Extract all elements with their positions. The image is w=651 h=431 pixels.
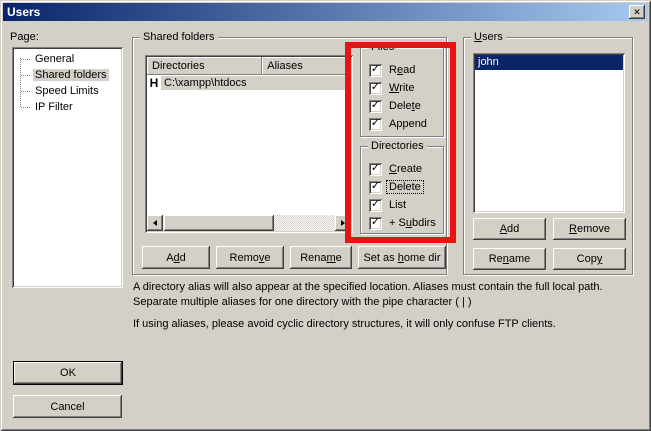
column-header-filler bbox=[346, 57, 351, 75]
checkbox-label: Append bbox=[387, 118, 429, 130]
checkbox-label: List bbox=[387, 199, 408, 211]
users-list: john bbox=[473, 53, 625, 213]
checkbox-subdirs[interactable]: ✓ + Subdirs bbox=[361, 214, 443, 232]
directories-group-label: Directories bbox=[368, 140, 427, 152]
checkbox-list[interactable]: ✓ List bbox=[361, 196, 443, 214]
files-group-label: Files bbox=[368, 41, 397, 53]
alias-note-2: If using aliases, please avoid cyclic di… bbox=[133, 317, 635, 332]
list-header: Directories Aliases bbox=[147, 57, 351, 75]
checkbox-icon: ✓ bbox=[369, 64, 382, 77]
checkbox-icon: ✓ bbox=[369, 82, 382, 95]
scroll-left-button[interactable] bbox=[147, 215, 163, 231]
button-label: Rename bbox=[489, 253, 531, 265]
rename-user-button[interactable]: Rename bbox=[473, 248, 546, 270]
user-row-john[interactable]: john bbox=[475, 55, 623, 70]
checkbox-icon: ✓ bbox=[369, 100, 382, 113]
page-item-ip-filter[interactable]: IP Filter bbox=[12, 99, 123, 115]
checkbox-icon: ✓ bbox=[369, 118, 382, 131]
button-label: OK bbox=[60, 367, 76, 379]
tree-branch-icon bbox=[21, 59, 30, 60]
shared-folders-list: Directories Aliases H C:\xampp\htdocs bbox=[145, 55, 353, 233]
close-button[interactable]: ✕ bbox=[629, 5, 645, 19]
checkbox-label: Write bbox=[387, 82, 416, 94]
column-header-directories[interactable]: Directories bbox=[147, 57, 262, 75]
checkbox-file-delete[interactable]: ✓ Delete bbox=[361, 97, 443, 115]
button-label: Add bbox=[166, 252, 186, 264]
alias-note-1: A directory alias will also appear at th… bbox=[133, 280, 635, 310]
set-home-dir-button[interactable]: Set as home dir bbox=[358, 246, 446, 269]
page-item-general[interactable]: General bbox=[12, 51, 123, 67]
close-icon: ✕ bbox=[633, 7, 641, 18]
button-label: Add bbox=[500, 223, 520, 235]
directories-permissions-group: Directories ✓ Create ✓ Delete ✓ List ✓ +… bbox=[360, 146, 444, 234]
users-group-label: Users bbox=[471, 31, 506, 43]
button-label: Rename bbox=[300, 252, 342, 264]
button-label: Remove bbox=[569, 223, 610, 235]
home-dir-marker: H bbox=[147, 76, 161, 90]
remove-folder-button[interactable]: Remove bbox=[216, 246, 284, 269]
cancel-button[interactable]: Cancel bbox=[13, 395, 122, 418]
title-bar[interactable]: Users ✕ bbox=[3, 3, 648, 21]
checkbox-dir-delete[interactable]: ✓ Delete bbox=[361, 178, 443, 196]
scroll-right-button[interactable] bbox=[335, 215, 351, 231]
rename-folder-button[interactable]: Rename bbox=[290, 246, 352, 269]
tree-branch-icon bbox=[21, 107, 30, 108]
window-title: Users bbox=[7, 5, 40, 19]
checkbox-label: Read bbox=[387, 64, 417, 76]
checkbox-icon: ✓ bbox=[369, 163, 382, 176]
button-label: Set as home dir bbox=[363, 252, 440, 264]
checkbox-create[interactable]: ✓ Create bbox=[361, 160, 443, 178]
checkbox-append[interactable]: ✓ Append bbox=[361, 115, 443, 133]
button-label: Remove bbox=[230, 252, 271, 264]
checkbox-label: + Subdirs bbox=[387, 217, 438, 229]
add-user-button[interactable]: Add bbox=[473, 218, 546, 240]
checkbox-write[interactable]: ✓ Write bbox=[361, 79, 443, 97]
shared-folders-group-label: Shared folders bbox=[140, 31, 218, 43]
checkbox-icon: ✓ bbox=[369, 217, 382, 230]
scrollbar-thumb[interactable] bbox=[164, 215, 274, 231]
users-group: Users john Add Remove Rename Copy bbox=[463, 37, 633, 275]
page-item-shared-folders[interactable]: Shared folders bbox=[12, 67, 123, 83]
alias-notes: A directory alias will also appear at th… bbox=[133, 280, 635, 332]
checkbox-label: Delete bbox=[387, 100, 423, 112]
button-label: Cancel bbox=[50, 401, 84, 413]
page-label: Page: bbox=[10, 31, 39, 43]
right-arrow-icon bbox=[341, 220, 345, 226]
users-dialog: Users ✕ Page: General Shared folders Spe… bbox=[0, 0, 651, 431]
directory-path: C:\xampp\htdocs bbox=[161, 76, 351, 90]
files-permissions-group: Files ✓ Read ✓ Write ✓ Delete ✓ Append bbox=[360, 47, 444, 137]
checkbox-icon: ✓ bbox=[369, 181, 382, 194]
checkbox-icon: ✓ bbox=[369, 199, 382, 212]
shared-folder-row[interactable]: H C:\xampp\htdocs bbox=[147, 75, 351, 91]
checkbox-label: Delete bbox=[387, 181, 423, 193]
page-item-speed-limits[interactable]: Speed Limits bbox=[12, 83, 123, 99]
checkbox-label: Create bbox=[387, 163, 424, 175]
left-arrow-icon bbox=[153, 220, 157, 226]
horizontal-scrollbar[interactable] bbox=[147, 215, 351, 231]
ok-button[interactable]: OK bbox=[13, 361, 123, 385]
button-label: Copy bbox=[577, 253, 603, 265]
page-list: General Shared folders Speed Limits IP F… bbox=[12, 47, 123, 288]
remove-user-button[interactable]: Remove bbox=[553, 218, 626, 240]
add-folder-button[interactable]: Add bbox=[142, 246, 210, 269]
copy-user-button[interactable]: Copy bbox=[553, 248, 626, 270]
tree-branch-icon bbox=[21, 75, 30, 76]
tree-branch-icon bbox=[21, 91, 30, 92]
checkbox-read[interactable]: ✓ Read bbox=[361, 61, 443, 79]
column-header-aliases[interactable]: Aliases bbox=[262, 57, 346, 75]
